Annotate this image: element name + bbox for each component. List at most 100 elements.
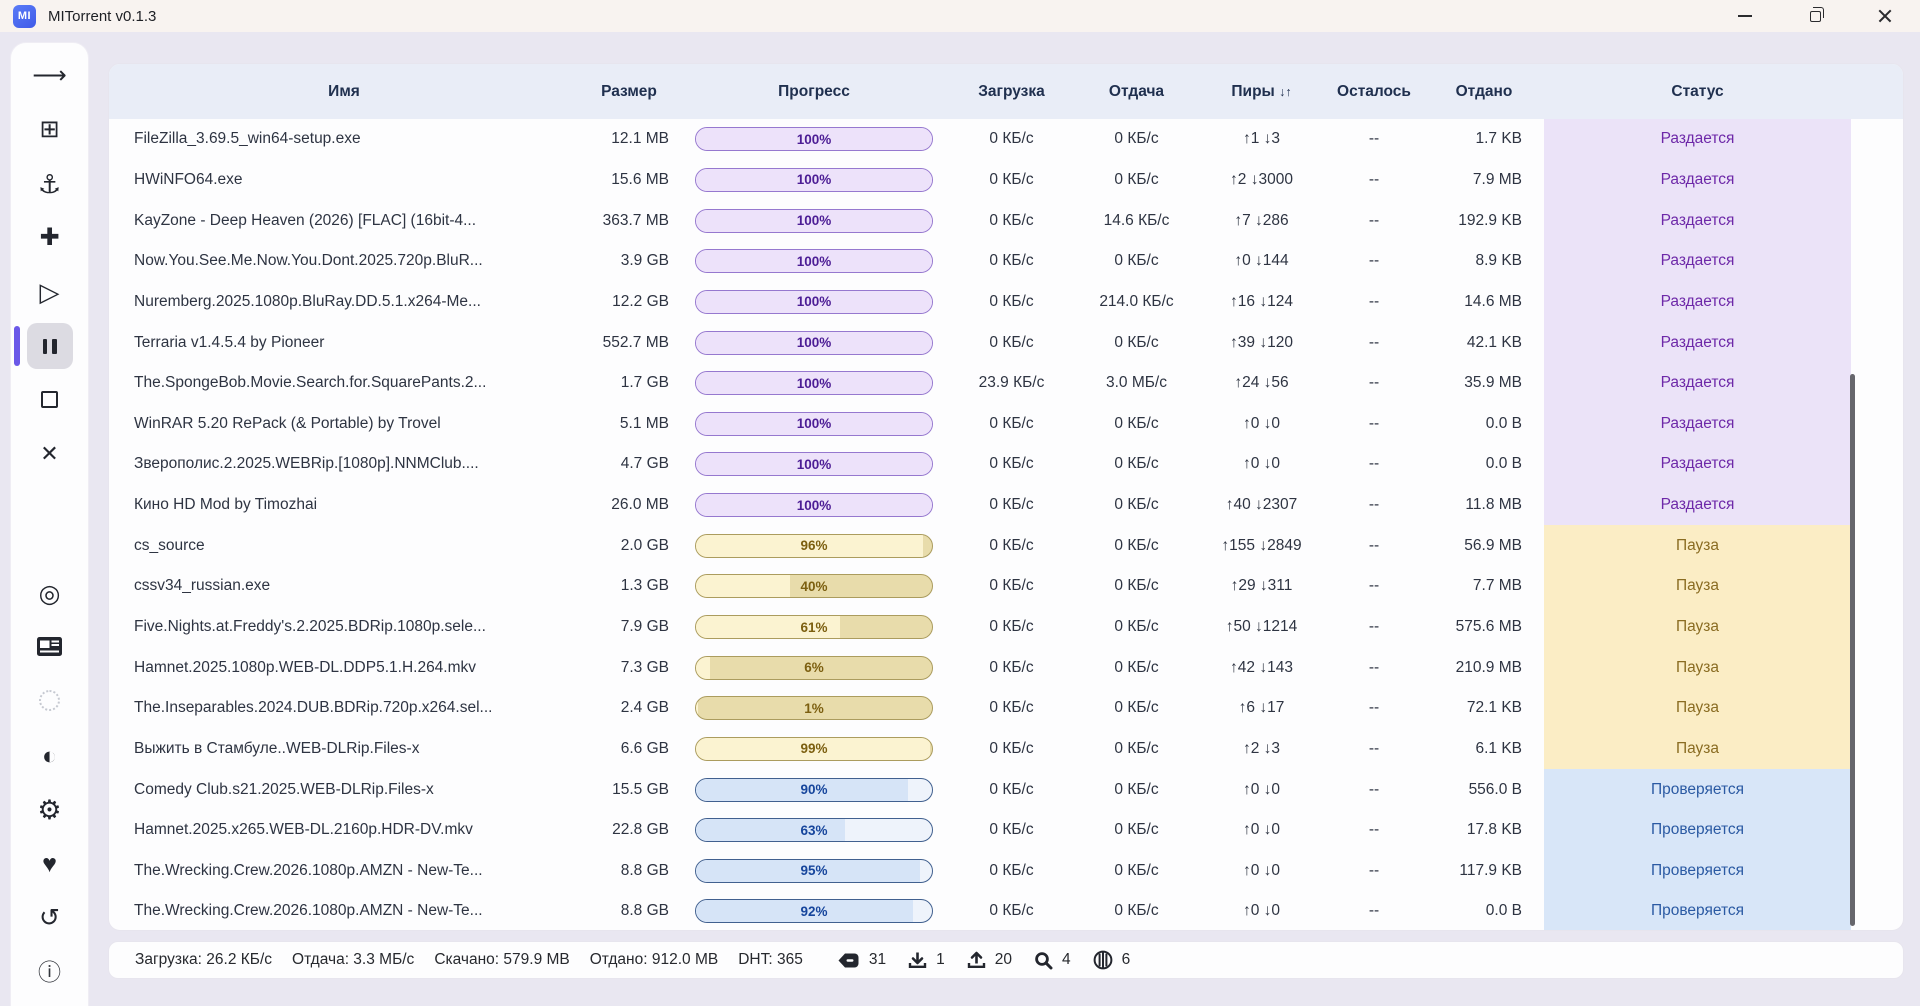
column-header-1[interactable]: Размер [579,83,679,101]
status-badge: Раздается [1544,119,1851,160]
progress-cell: 90% [679,778,949,802]
peers-cell: ↑2 ↓3 [1199,740,1324,758]
sidebar-resume-button[interactable]: ▷ [27,269,73,315]
torrent-row[interactable]: Hamnet.2025.1080p.WEB-DL.DDP5.1.H.264.mk… [109,647,1903,688]
torrent-row[interactable]: Nuremberg.2025.1080p.BluRay.DD.5.1.x264-… [109,282,1903,323]
torrent-row[interactable]: The.Inseparables.2024.DUB.BDRip.720p.x26… [109,688,1903,729]
download-speed-cell: 0 КБ/с [949,699,1074,717]
torrent-row[interactable]: Now.You.See.Me.Now.You.Dont.2025.720p.Bl… [109,241,1903,282]
column-header-2[interactable]: Прогресс [679,83,949,101]
torrent-row[interactable]: KayZone - Deep Heaven (2026) [FLAC] (16b… [109,200,1903,241]
size-cell: 4.7 GB [579,455,679,473]
sidebar-remove-button[interactable]: ✕ [27,431,73,477]
eta-cell: -- [1324,171,1424,189]
peers-cell: ↑29 ↓311 [1199,577,1324,595]
uploaded-cell: 210.9 MB [1424,659,1544,677]
progress-cell: 6% [679,656,949,680]
torrent-row[interactable]: The.SpongeBob.Movie.Search.for.SquarePan… [109,363,1903,404]
upload-speed-cell: 0 КБ/с [1074,740,1199,758]
size-cell: 7.3 GB [579,659,679,677]
download-speed-cell: 0 КБ/с [949,821,1074,839]
torrent-row[interactable]: Comedy Club.s21.2025.WEB-DLRip.Files-x15… [109,769,1903,810]
peers-cell: ↑2 ↓3000 [1199,171,1324,189]
sidebar-favorites-button[interactable]: ♥ [27,841,73,887]
sidebar-add-torrent-button[interactable]: ✚ [27,215,73,261]
uploaded-cell: 11.8 MB [1424,496,1544,514]
column-header-8[interactable]: Статус [1544,83,1851,101]
column-header-5[interactable]: Пиры ↓↑ [1199,83,1324,101]
torrent-name-cell: FileZilla_3.69.5_win64-setup.exe [109,130,579,148]
minimize-button[interactable] [1710,0,1780,32]
eta-cell: -- [1324,130,1424,148]
anchor-icon: ⚓︎ [38,171,61,197]
search-icon [1034,951,1053,970]
upload-icon [967,951,986,970]
pause-icon [40,335,59,358]
torrent-row[interactable]: FileZilla_3.69.5_win64-setup.exe12.1 MB1… [109,119,1903,160]
peers-cell: ↑42 ↓143 [1199,659,1324,677]
torrent-row[interactable]: The.Wrecking.Crew.2026.1080p.AMZN - New-… [109,851,1903,892]
torrent-row[interactable]: Five.Nights.at.Freddy's.2.2025.BDRip.108… [109,607,1903,648]
eta-cell: -- [1324,293,1424,311]
counter-value: 20 [995,951,1012,969]
torrent-row[interactable]: Кино HD Mod by Timozhai26.0 MB100%0 КБ/с… [109,485,1903,526]
progress-cell: 40% [679,574,949,598]
download-speed-cell: 0 КБ/с [949,496,1074,514]
sidebar-pause-button[interactable] [27,323,73,369]
sidebar-news-card-button[interactable] [27,625,73,671]
vertical-scrollbar-thumb[interactable] [1850,374,1855,926]
status-bar: Загрузка: 26.2 КБ/сОтдача: 3.3 МБ/сСкача… [108,941,1904,979]
upload-speed-cell: 0 КБ/с [1074,781,1199,799]
torrent-table: ИмяРазмерПрогрессЗагрузкаОтдачаПиры ↓↑Ос… [108,63,1904,931]
sidebar-target-button[interactable]: ◎ [27,571,73,617]
sidebar-settings-button[interactable]: ⚙︎ [27,787,73,833]
progress-cell: 1% [679,696,949,720]
sidebar-grid-view-button[interactable]: ⊞ [27,107,73,153]
progress-cell: 100% [679,249,949,273]
size-cell: 8.8 GB [579,902,679,920]
torrent-row[interactable]: Зверополис.2.2025.WEBRip.[1080p].NNMClub… [109,444,1903,485]
sidebar-about-button[interactable]: ⓘ [27,949,73,995]
close-button[interactable] [1850,0,1920,32]
sidebar-stop-button[interactable] [27,377,73,423]
column-header-0[interactable]: Имя [109,83,579,101]
sidebar-loading-button[interactable] [27,679,73,725]
counter-download: 1 [908,951,945,970]
column-header-4[interactable]: Отдача [1074,83,1199,101]
torrent-row[interactable]: cssv34_russian.exe1.3 GB40%0 КБ/с0 КБ/с↑… [109,566,1903,607]
size-cell: 3.9 GB [579,252,679,270]
torrent-row[interactable]: The.Wrecking.Crew.2026.1080p.AMZN - New-… [109,891,1903,931]
size-cell: 5.1 MB [579,415,679,433]
table-body: FileZilla_3.69.5_win64-setup.exe12.1 MB1… [109,119,1903,931]
theme-toggle-icon: ◐ [42,744,57,769]
upload-speed-cell: 3.0 МБ/с [1074,374,1199,392]
uploaded-cell: 42.1 KB [1424,334,1544,352]
download-speed-cell: 0 КБ/с [949,171,1074,189]
torrent-name-cell: Comedy Club.s21.2025.WEB-DLRip.Files-x [109,781,579,799]
column-header-6[interactable]: Осталось [1324,83,1424,101]
sidebar-forward-button[interactable]: ⟶ [27,53,73,99]
torrent-row[interactable]: Hamnet.2025.x265.WEB-DL.2160p.HDR-DV.mkv… [109,810,1903,851]
sidebar-anchor-button[interactable]: ⚓︎ [27,161,73,207]
torrent-name-cell: The.Wrecking.Crew.2026.1080p.AMZN - New-… [109,902,579,920]
size-cell: 15.6 MB [579,171,679,189]
column-header-3[interactable]: Загрузка [949,83,1074,101]
size-cell: 1.7 GB [579,374,679,392]
restore-button[interactable] [1780,0,1850,32]
torrent-name-cell: WinRAR 5.20 RePack (& Portable) by Trove… [109,415,579,433]
torrent-row[interactable]: Выжить в Стамбуле..WEB-DLRip.Files-x6.6 … [109,729,1903,770]
sidebar-refresh-button[interactable]: ↺ [27,895,73,941]
torrent-name-cell: KayZone - Deep Heaven (2026) [FLAC] (16b… [109,212,579,230]
progress-cell: 95% [679,859,949,883]
peers-cell: ↑0 ↓0 [1199,821,1324,839]
torrent-row[interactable]: Terraria v1.4.5.4 by Pioneer552.7 MB100%… [109,322,1903,363]
progress-cell: 63% [679,818,949,842]
sidebar-theme-toggle-button[interactable]: ◐ [27,733,73,779]
torrent-row[interactable]: cs_source2.0 GB96%0 КБ/с0 КБ/с↑155 ↓2849… [109,525,1903,566]
torrent-row[interactable]: WinRAR 5.20 RePack (& Portable) by Trove… [109,403,1903,444]
progress-bar: 63% [695,818,933,842]
uploaded-cell: 0.0 B [1424,902,1544,920]
titlebar: MI MITorrent v0.1.3 [0,0,1920,32]
column-header-7[interactable]: Отдано [1424,83,1544,101]
torrent-row[interactable]: HWiNFO64.exe15.6 MB100%0 КБ/с0 КБ/с↑2 ↓3… [109,160,1903,201]
